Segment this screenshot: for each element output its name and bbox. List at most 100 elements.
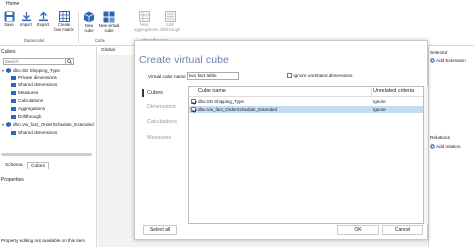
edit-drillthrough-label: Edit drillthrough: [159, 22, 181, 32]
add-icon: [430, 144, 435, 149]
import-label: Import: [20, 22, 32, 27]
import-icon: [21, 12, 31, 22]
ignore-unrelated-checkbox[interactable]: [287, 73, 292, 79]
folder-icon: [11, 82, 16, 87]
tree-item-folder[interactable]: Calculations: [11, 98, 43, 103]
tree-item-folder[interactable]: Private dimensions: [11, 75, 57, 80]
add-icon: [430, 58, 435, 63]
create-bus-matrix-button[interactable]: Create bus matrix: [54, 11, 74, 32]
nav-calculations[interactable]: Calculations: [147, 119, 177, 125]
create-virtual-cube-dialog: Create virtual cube Cubes Dimensions Cal…: [134, 40, 428, 240]
tree-item-label: dbo.Vw_fact_OrderSchedule_Extended: [13, 122, 94, 127]
selector-title: Selector: [430, 51, 448, 56]
nav-cubes[interactable]: Cubes: [147, 90, 163, 96]
table-row[interactable]: dbo.Vw_fact_OrderSchedule_Extended Ignor…: [189, 106, 423, 113]
cube-icon: [6, 122, 11, 127]
tree-item-folder[interactable]: Measures: [11, 90, 38, 95]
ok-button[interactable]: OK: [337, 225, 379, 235]
new-aggregations-label: New aggregations: [134, 22, 159, 32]
nav-dimensions[interactable]: Dimensions: [147, 104, 176, 110]
save-button[interactable]: Save: [1, 11, 17, 28]
ignore-unrelated-option[interactable]: Ignore unrelated dimensions: [287, 73, 353, 79]
row-checkbox[interactable]: [191, 99, 196, 104]
folder-icon: [11, 106, 16, 111]
nav-measures[interactable]: Measures: [147, 135, 171, 141]
nav-selection-marker: [142, 89, 144, 97]
new-cube-icon: [83, 11, 95, 23]
dialog-title: Create virtual cube: [139, 54, 230, 66]
ignore-unrelated-label: Ignore unrelated dimensions: [293, 73, 353, 78]
tree-item-folder[interactable]: Aggregations: [11, 106, 45, 111]
new-virtual-cube-icon: [103, 11, 115, 23]
tree-item-folder[interactable]: Drillthrough: [11, 114, 42, 119]
row-cube-name: dbo.SD Shipping_Type: [198, 99, 245, 104]
column-header-unrelated-criteria[interactable]: Unrelated criteria: [373, 88, 414, 94]
new-virtual-cube-label: New virtual cube: [98, 23, 120, 33]
virtual-cube-name-input[interactable]: two fact table: [187, 72, 239, 80]
group-cube-label: Cube: [95, 38, 106, 43]
tab-global[interactable]: Global: [98, 47, 128, 55]
header-divider: [189, 96, 423, 97]
tree-item-label: dbo.SD Shipping_Type: [13, 68, 60, 73]
cubes-panel: Cubes ▾ dbo.SD Shipping_Type Private dim…: [0, 47, 97, 247]
export-button[interactable]: Export: [35, 11, 51, 28]
properties-status-text: Property editing not available on this i…: [1, 238, 86, 243]
row-criteria[interactable]: Ignore: [373, 99, 386, 104]
new-virtual-cube-button[interactable]: New virtual cube: [98, 11, 120, 33]
new-cube-label: New cube: [84, 23, 94, 33]
folder-icon: [11, 114, 16, 119]
add-extension-button[interactable]: Add Extension: [430, 58, 466, 63]
tree-item-label: Private dimensions: [18, 75, 57, 80]
tree-item-folder[interactable]: Shared dimensions: [11, 130, 57, 135]
tab-home[interactable]: Home: [6, 1, 19, 7]
group-datamodel-label: Datamodel: [24, 38, 45, 43]
tree-item-label: Calculations: [18, 98, 44, 103]
vertical-scrollbar[interactable]: [424, 86, 428, 224]
import-button[interactable]: Import: [18, 11, 34, 28]
save-label: Save: [4, 22, 14, 27]
save-icon: [4, 11, 14, 22]
export-icon: [38, 11, 48, 22]
tree-item-cube[interactable]: ▾ dbo.SD Shipping_Type: [2, 68, 60, 73]
tree-item-folder[interactable]: Shared dimensions: [11, 82, 57, 87]
search-button[interactable]: [66, 58, 74, 65]
horizontal-scrollbar[interactable]: [1, 153, 92, 156]
ribbon-divider: [78, 12, 79, 43]
folder-icon: [11, 130, 16, 135]
edit-drillthrough-icon: [164, 11, 176, 22]
column-header-cube-name[interactable]: Cube name: [198, 88, 226, 94]
edit-drillthrough-button[interactable]: Edit drillthrough: [158, 11, 182, 32]
tree-item-label: Shared dimensions: [18, 130, 58, 135]
virtual-cube-name-label: Virtual cube name: [148, 74, 186, 79]
tree-item-label: Measures: [18, 90, 39, 95]
search-input[interactable]: [3, 58, 66, 65]
tree-item-label: Drillthrough: [18, 114, 42, 119]
cubes-panel-title: Cubes: [1, 49, 16, 55]
folder-icon: [11, 90, 16, 95]
tree-item-cube[interactable]: ▾ dbo.Vw_fact_OrderSchedule_Extended: [2, 122, 94, 127]
tree-item-label: Shared dimensions: [18, 82, 58, 87]
properties-title: Properties: [1, 177, 24, 183]
bus-matrix-icon: [58, 11, 70, 22]
create-bus-matrix-label: Create bus matrix: [54, 22, 74, 32]
add-relation-button[interactable]: Add relation: [430, 144, 461, 149]
add-relation-label: Add relation: [436, 144, 461, 149]
new-aggregations-icon: [138, 11, 150, 22]
cancel-button[interactable]: Cancel: [382, 225, 423, 235]
search-icon: [67, 59, 72, 64]
ribbon-tab-bar: Home: [0, 0, 474, 9]
folder-icon: [11, 75, 16, 80]
new-cube-button[interactable]: New cube: [81, 11, 97, 33]
folder-icon: [11, 98, 16, 103]
relations-title: Relations: [430, 136, 450, 141]
new-aggregations-button[interactable]: New aggregations: [134, 11, 159, 32]
row-cube-name: dbo.Vw_fact_OrderSchedule_Extended: [198, 107, 278, 112]
add-extension-label: Add Extension: [436, 58, 466, 63]
tab-schema[interactable]: Schema: [2, 162, 26, 169]
row-criteria[interactable]: Ignore: [373, 107, 386, 112]
tab-cubes[interactable]: Cubes: [27, 162, 49, 169]
table-row[interactable]: dbo.SD Shipping_Type Ignore: [189, 98, 423, 105]
selector-panel: Selector Add Extension Relations Add rel…: [428, 47, 474, 247]
select-all-button[interactable]: Select all: [143, 225, 177, 235]
row-checkbox[interactable]: [191, 107, 196, 112]
